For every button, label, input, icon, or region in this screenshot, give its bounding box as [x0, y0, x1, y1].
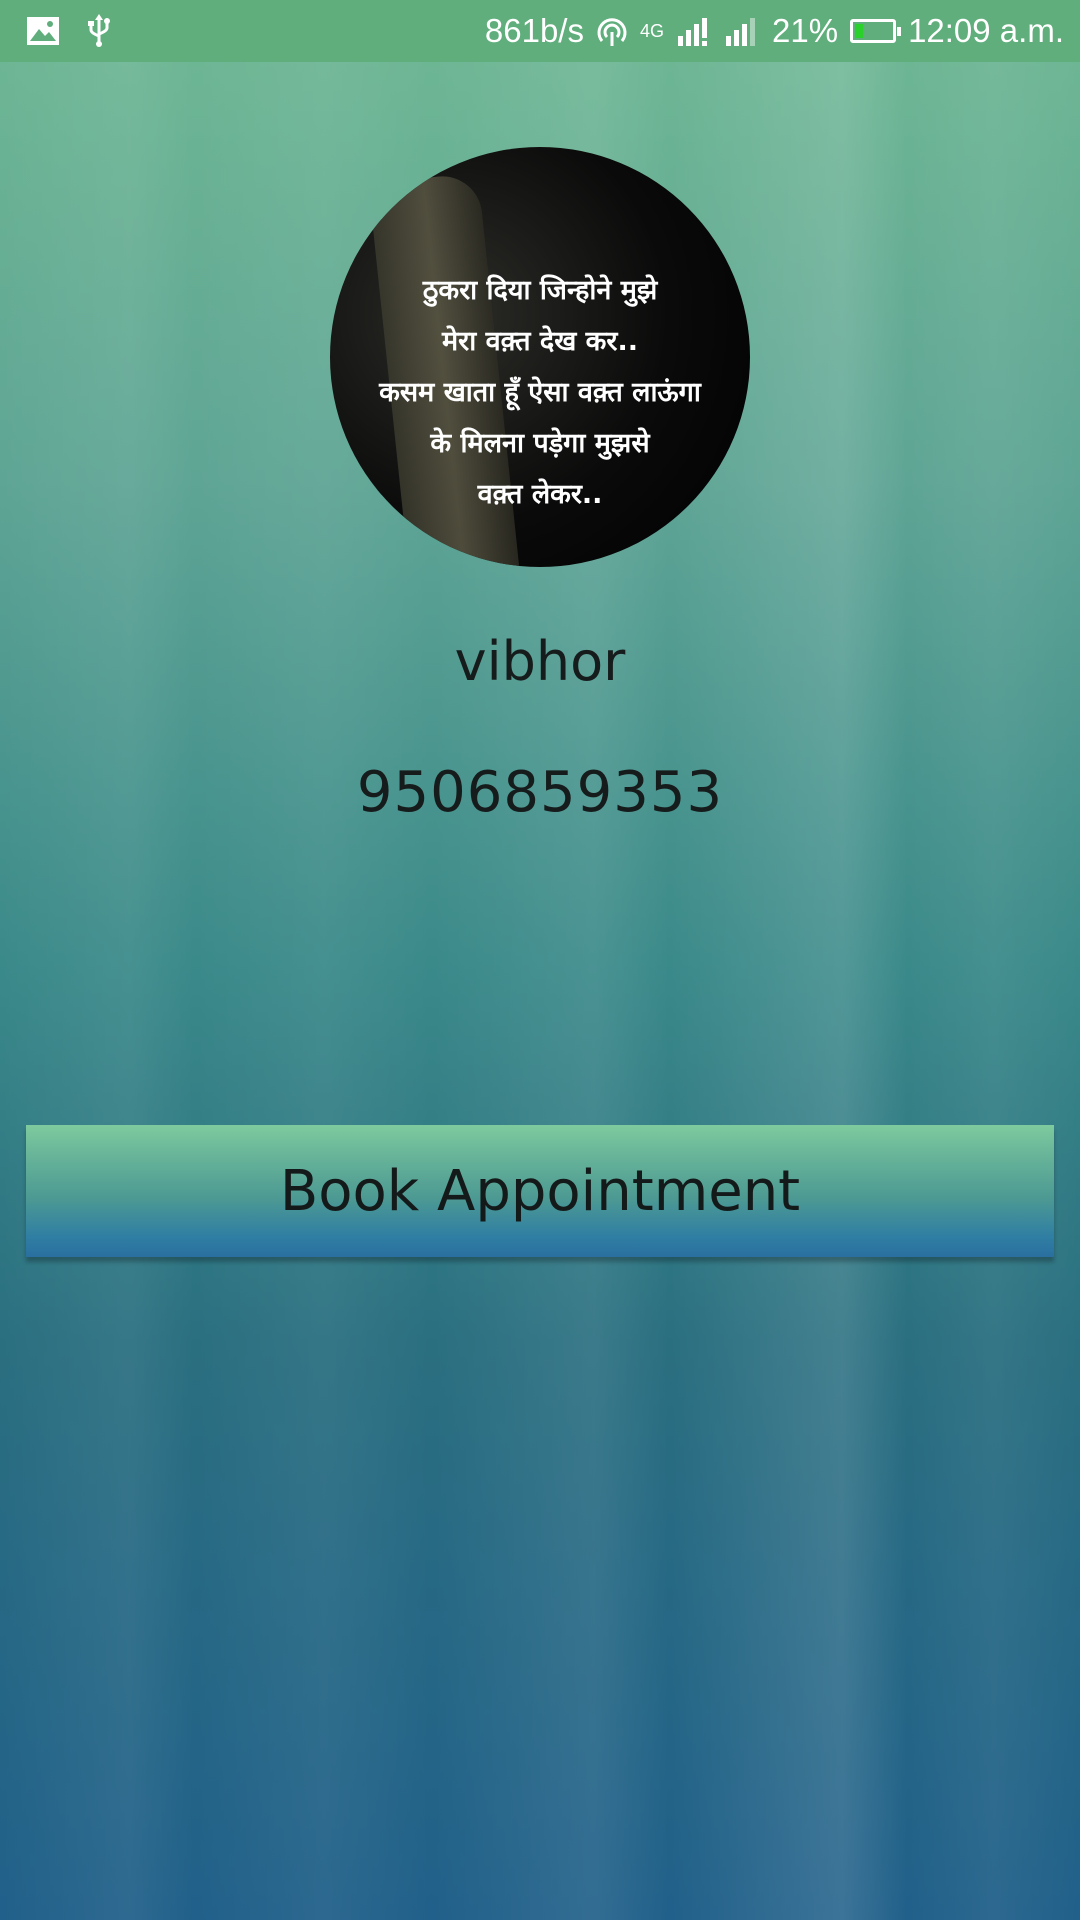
avatar-quote-line: ठुकरा दिया जिन्होने मुझे	[422, 275, 658, 306]
profile-phone: 9506859353	[356, 760, 724, 825]
battery-level	[855, 24, 863, 38]
avatar-quote-line: वक़्त लेकर..	[477, 479, 603, 510]
avatar-quote-line: के मिलना पड़ेगा मुझसे	[430, 428, 650, 459]
signal-icon	[676, 16, 712, 46]
avatar-quote: ठुकरा दिया जिन्होने मुझे मेरा वक़्त देख …	[330, 265, 750, 520]
book-appointment-button[interactable]: Book Appointment	[26, 1125, 1054, 1257]
avatar[interactable]: ठुकरा दिया जिन्होने मुझे मेरा वक़्त देख …	[330, 147, 750, 567]
battery-icon	[850, 19, 902, 43]
status-bar: 861b/s 4G 21% 12:09 a.m.	[0, 0, 1080, 62]
signal-icon-2	[724, 16, 760, 46]
avatar-quote-line: कसम खाता हूँ ऐसा वक़्त लाऊंगा	[379, 377, 701, 408]
image-icon	[26, 16, 60, 46]
profile-name: vibhor	[454, 630, 626, 693]
clock: 12:09 a.m.	[908, 12, 1064, 49]
avatar-quote-line: मेरा वक़्त देख कर..	[442, 326, 638, 357]
network-type: 4G	[639, 20, 664, 41]
hotspot-icon	[596, 15, 628, 47]
usb-icon	[86, 14, 112, 48]
network-speed: 861b/s	[484, 12, 584, 49]
battery-percent: 21%	[772, 12, 839, 49]
